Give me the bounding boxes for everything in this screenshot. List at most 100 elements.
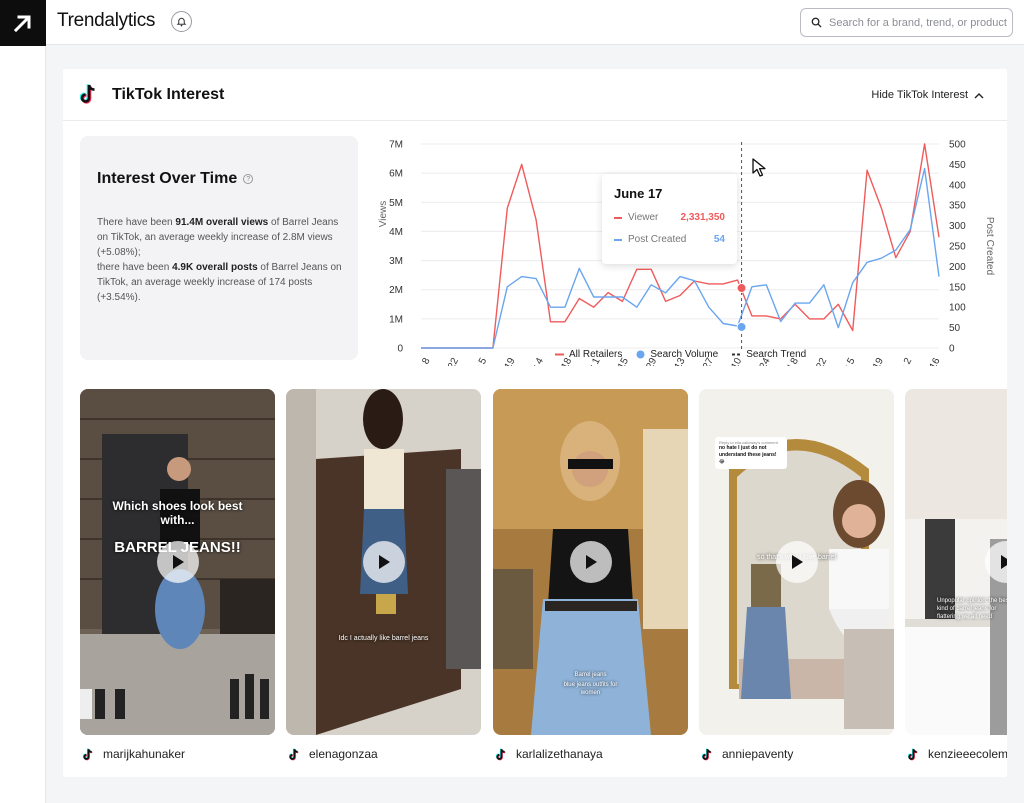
video-card[interactable]: Which shoes look best with... BARREL JEA…: [80, 389, 275, 735]
video-author[interactable]: kenzieeecolem: [908, 747, 1007, 761]
post-highlight-point: [736, 321, 747, 332]
post-legend-dash: [614, 238, 622, 241]
legend-search-label: Search Volume: [650, 349, 719, 360]
notifications-button[interactable]: [171, 11, 192, 32]
interest-title: Interest Over Time ?: [97, 170, 254, 188]
summary-text: There have been: [97, 217, 176, 228]
y2-tick-label: 350: [949, 201, 966, 212]
play-button[interactable]: [775, 541, 818, 583]
y2-tick-label: 250: [949, 242, 966, 253]
y2-tick-label: 200: [949, 262, 966, 273]
video-caption: Idc I actually like barrel jeans: [338, 635, 429, 642]
video-card[interactable]: Reply to ella.calloway's comment no hate…: [699, 389, 894, 735]
play-icon: [585, 555, 597, 569]
summary-views: 91.4M overall views: [175, 217, 269, 228]
interest-info-panel: Interest Over Time ? There have been 91.…: [80, 136, 358, 360]
legend-dashed-line: [732, 353, 741, 356]
bell-icon: [176, 17, 187, 27]
y2-tick-label: 50: [949, 323, 961, 334]
tooltip-viewer-label: Viewer: [628, 212, 659, 223]
x-tick-label: Sep 16: [918, 356, 943, 366]
chart-legend: All Retailers Search Volume Search Trend: [555, 349, 806, 360]
play-button[interactable]: [569, 541, 612, 583]
author-name: elenagonzaa: [309, 747, 378, 761]
tiktok-icon: [289, 747, 299, 760]
play-icon: [378, 555, 390, 569]
x-tick-label: Feb 19: [493, 356, 518, 366]
legend-all-label: All Retailers: [569, 349, 623, 360]
x-tick-label: Feb 5: [468, 356, 490, 366]
brand-name[interactable]: Trendalytics: [57, 10, 155, 32]
tooltip-post-label: Post Created: [628, 234, 687, 245]
bubble-text: no hate I just do not understand these j…: [719, 445, 777, 465]
top-bar: Trendalytics: [46, 0, 1024, 45]
help-icon[interactable]: ?: [243, 174, 254, 184]
y-axis-label: Views: [378, 201, 389, 228]
chart-tooltip: June 17 Viewer 2,331,350 Post Created 54: [602, 174, 737, 264]
y-tick-label: 5M: [389, 198, 403, 209]
y2-tick-label: 400: [949, 180, 966, 191]
author-name: anniepaventy: [722, 747, 794, 761]
video-caption: Which shoes look best with...: [112, 499, 243, 527]
interest-summary: There have been 91.4M overall views of B…: [97, 215, 347, 305]
play-icon: [1001, 555, 1007, 569]
y2-tick-label: 0: [949, 344, 955, 355]
interest-title-text: Interest Over Time: [97, 170, 238, 187]
viewer-highlight-point: [736, 283, 747, 294]
play-icon: [172, 555, 184, 569]
left-rail: [0, 0, 46, 803]
play-icon: [791, 555, 803, 569]
y-tick-label: 3M: [389, 256, 403, 267]
play-button[interactable]: [156, 541, 199, 583]
video-author[interactable]: anniepaventy: [702, 747, 793, 761]
video-author[interactable]: marijkahunaker: [83, 747, 185, 761]
chevron-up-icon: [974, 92, 984, 98]
tiktok-icon: [702, 747, 712, 760]
author-name: kenzieeecolem: [928, 747, 1007, 761]
x-tick-label: Aug 19: [861, 356, 886, 366]
y-tick-label: 2M: [389, 285, 403, 296]
viewer-legend-dash: [614, 216, 622, 219]
legend-trend-label: Search Trend: [746, 349, 807, 360]
hide-label: Hide TikTok Interest: [871, 89, 968, 101]
summary-text: there have been: [97, 262, 173, 273]
play-button[interactable]: [362, 541, 405, 583]
y-tick-label: 7M: [389, 140, 403, 151]
video-caption-secondary: blue jeans outfits for women: [563, 682, 618, 696]
video-card[interactable]: Idc I actually like barrel jeans: [286, 389, 481, 735]
x-tick-label: Jan 8: [411, 356, 432, 366]
arrow-logo-icon: [13, 15, 31, 33]
legend-search-trend[interactable]: Search Trend: [732, 349, 806, 360]
legend-search-volume[interactable]: Search Volume: [636, 349, 718, 360]
y2-axis-label: Post Created: [984, 217, 995, 275]
video-card[interactable]: Barrel jeans blue jeans outfits for wome…: [493, 389, 688, 735]
y2-tick-label: 100: [949, 303, 966, 314]
video-card[interactable]: Unpopular opinion: the best kind of barr…: [905, 389, 1007, 735]
hide-tiktok-interest-button[interactable]: Hide TikTok Interest: [871, 89, 984, 101]
y-tick-label: 4M: [389, 227, 403, 238]
app-logo[interactable]: [0, 0, 46, 46]
search-input[interactable]: [829, 16, 1009, 29]
legend-dot-blue: [636, 350, 645, 359]
search-box[interactable]: [800, 8, 1013, 37]
tooltip-post-row: Post Created 54: [614, 234, 725, 245]
video-author[interactable]: elenagonzaa: [289, 747, 378, 761]
y2-tick-label: 300: [949, 221, 966, 232]
summary-posts: 4.9K overall posts: [172, 262, 258, 273]
video-author[interactable]: karlalizethanaya: [496, 747, 603, 761]
video-carousel: Which shoes look best with... BARREL JEA…: [80, 389, 1007, 774]
legend-all-retailers[interactable]: All Retailers: [555, 349, 622, 360]
video-caption: Unpopular opinion: the best kind of barr…: [937, 598, 1007, 620]
tiktok-icon: [908, 747, 918, 760]
tooltip-viewer-value: 2,331,350: [680, 212, 726, 223]
tooltip-post-value: 54: [713, 234, 725, 245]
x-tick-label: Aug 5: [836, 356, 858, 366]
author-name: marijkahunaker: [103, 747, 186, 761]
section-title: TikTok Interest: [112, 86, 225, 103]
tiktok-interest-card: TikTok Interest Hide TikTok Interest Int…: [63, 69, 1007, 777]
x-tick-label: Jan 22: [437, 356, 461, 366]
y-tick-label: 1M: [389, 314, 403, 325]
tiktok-icon: [80, 84, 95, 104]
tooltip-date: June 17: [614, 186, 663, 201]
search-icon: [811, 17, 822, 28]
